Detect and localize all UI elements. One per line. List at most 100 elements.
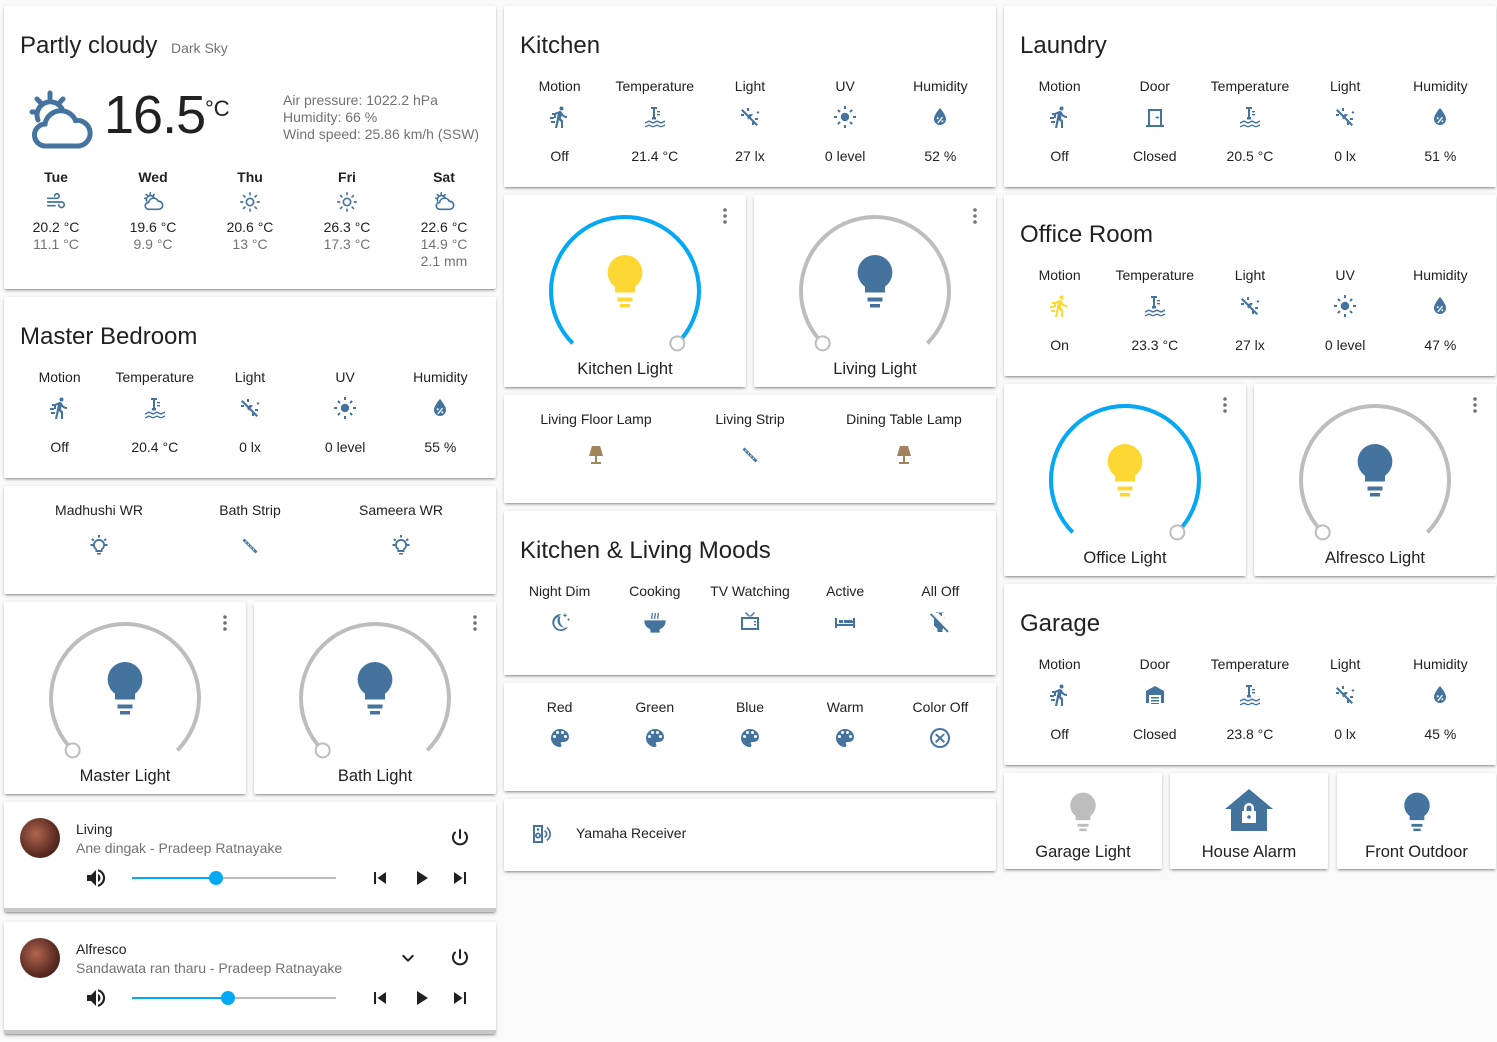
scene-color-off[interactable]: Color Off <box>894 697 986 755</box>
switch-madhushi-wr[interactable]: Madhushi WR <box>44 500 154 558</box>
previous-icon[interactable] <box>368 866 392 890</box>
dial-knob[interactable] <box>669 335 686 352</box>
sensor-humidity[interactable]: Humidity 51 % <box>1394 76 1486 166</box>
bath-light-card[interactable]: Bath Light <box>254 602 496 794</box>
sensor-temperature[interactable]: Temperature 20.4 °C <box>109 367 201 457</box>
office-light-card[interactable]: Office Light <box>1004 384 1246 576</box>
dial-knob[interactable] <box>1314 524 1331 541</box>
dial-knob[interactable] <box>314 742 331 759</box>
sensor-light[interactable]: Light 27 lx <box>704 76 796 166</box>
sensor-temperature[interactable]: Temperature 23.8 °C <box>1204 654 1296 744</box>
scene-red[interactable]: Red <box>514 697 606 755</box>
house-alarm-button[interactable]: House Alarm <box>1170 773 1328 869</box>
power-icon[interactable] <box>448 946 472 970</box>
dial-knob[interactable] <box>814 335 831 352</box>
close-circle-icon <box>894 717 986 755</box>
lightbulb-icon <box>1395 783 1439 839</box>
forecast-day: Thu 20.6 °C 13 °C <box>214 169 286 270</box>
receiver-card[interactable]: Yamaha Receiver <box>504 799 996 871</box>
play-icon[interactable] <box>409 866 433 890</box>
lightbulb-icon[interactable] <box>1095 436 1155 502</box>
more-options-icon[interactable] <box>970 207 980 225</box>
front-outdoor-button[interactable]: Front Outdoor <box>1337 773 1496 869</box>
scene-all-off[interactable]: All Off <box>894 581 986 639</box>
lightbulb-icon[interactable] <box>845 247 905 313</box>
dial-knob[interactable] <box>1169 524 1186 541</box>
sensor-humidity[interactable]: Humidity 55 % <box>394 367 486 457</box>
more-options-icon[interactable] <box>470 614 480 632</box>
chevron-down-icon[interactable] <box>396 946 420 970</box>
dial-knob[interactable] <box>64 742 81 759</box>
scene-row: Night Dim Cooking TV Watching Active All… <box>504 581 996 639</box>
sensor-light[interactable]: Light 0 lx <box>1299 76 1391 166</box>
garage-light-button[interactable]: Garage Light <box>1004 773 1162 869</box>
sensor-motion[interactable]: Motion Off <box>1014 654 1106 744</box>
sensor-motion[interactable]: Motion On <box>1014 265 1106 355</box>
motion-icon <box>514 96 606 134</box>
sensor-temperature[interactable]: Temperature 20.5 °C <box>1204 76 1296 166</box>
sensor-uv[interactable]: UV 0 level <box>1299 265 1391 355</box>
sensor-temperature[interactable]: Temperature 23.3 °C <box>1109 265 1201 355</box>
scene-cooking[interactable]: Cooking <box>609 581 701 639</box>
switch-sameera-wr[interactable]: Sameera WR <box>346 500 456 558</box>
sensor-state: 0 lx <box>1334 726 1357 742</box>
switch-label: Living Strip <box>715 411 785 427</box>
kitchen-card: Kitchen Motion Off Temperature 21.4 °C Lig… <box>504 6 996 187</box>
lightbulb-icon[interactable] <box>95 654 155 720</box>
media-player-living: Living Ane dingak - Pradeep Ratnayake <box>4 802 496 912</box>
lightbulb-icon[interactable] <box>345 654 405 720</box>
sensor-humidity[interactable]: Humidity 45 % <box>1394 654 1486 744</box>
volume-slider[interactable] <box>132 991 336 1005</box>
more-options-icon[interactable] <box>1220 396 1230 414</box>
sensor-motion[interactable]: Motion Off <box>1014 76 1106 166</box>
living-light-card[interactable]: Living Light <box>754 195 996 387</box>
volume-knob[interactable] <box>220 991 235 1005</box>
sensor-light[interactable]: Light 27 lx <box>1204 265 1296 355</box>
sensor-motion[interactable]: Motion Off <box>514 76 606 166</box>
weather-card[interactable]: Partly cloudy Dark Sky 16.5 °C Air press… <box>4 6 496 289</box>
more-options-icon[interactable] <box>220 614 230 632</box>
sensor-uv[interactable]: UV 0 level <box>299 367 391 457</box>
partly-cloudy-icon <box>143 192 164 211</box>
forecast-day: Sat 22.6 °C 14.9 °C 2.1 mm <box>408 169 480 270</box>
kitchen-light-card[interactable]: Kitchen Light <box>504 195 746 387</box>
sensor-humidity[interactable]: Humidity 52 % <box>894 76 986 166</box>
next-icon[interactable] <box>448 866 472 890</box>
more-options-icon[interactable] <box>720 207 730 225</box>
scene-warm[interactable]: Warm <box>799 697 891 755</box>
card-title: Office Room <box>1020 221 1153 248</box>
sensor-state: Closed <box>1132 148 1177 164</box>
switch-living-strip[interactable]: Living Strip <box>682 409 818 467</box>
sensor-light[interactable]: Light 0 lx <box>1299 654 1391 744</box>
volume-knob[interactable] <box>208 871 223 885</box>
alfresco-light-card[interactable]: Alfresco Light <box>1254 384 1496 576</box>
sensor-humidity[interactable]: Humidity 47 % <box>1394 265 1486 355</box>
sensor-door[interactable]: Door Closed <box>1109 76 1201 166</box>
scene-night-dim[interactable]: Night Dim <box>514 581 606 639</box>
lightbulb-icon[interactable] <box>1345 436 1405 502</box>
sensor-motion[interactable]: Motion Off <box>14 367 106 457</box>
scene-green[interactable]: Green <box>609 697 701 755</box>
sensor-temperature[interactable]: Temperature 21.4 °C <box>609 76 701 166</box>
scene-tv-watching[interactable]: TV Watching <box>704 581 796 639</box>
master-light-card[interactable]: Master Light <box>4 602 246 794</box>
switch-bath-strip[interactable]: Bath Strip <box>195 500 305 558</box>
volume-icon[interactable] <box>84 986 108 1010</box>
laundry-card: Laundry Motion Off Door Closed Temperature… <box>1004 6 1496 187</box>
floor-lamp-icon <box>836 429 972 467</box>
more-options-icon[interactable] <box>1470 396 1480 414</box>
play-icon[interactable] <box>409 986 433 1010</box>
sensor-door[interactable]: Door Closed <box>1109 654 1201 744</box>
previous-icon[interactable] <box>368 986 392 1010</box>
volume-slider[interactable] <box>132 871 336 885</box>
switch-dining-table-lamp[interactable]: Dining Table Lamp <box>836 409 972 467</box>
scene-active[interactable]: Active <box>799 581 891 639</box>
volume-icon[interactable] <box>84 866 108 890</box>
sensor-uv[interactable]: UV 0 level <box>799 76 891 166</box>
power-icon[interactable] <box>448 826 472 850</box>
switch-living-floor-lamp[interactable]: Living Floor Lamp <box>528 409 664 467</box>
lightbulb-icon[interactable] <box>595 247 655 313</box>
sensor-light[interactable]: Light 0 lx <box>204 367 296 457</box>
next-icon[interactable] <box>448 986 472 1010</box>
scene-blue[interactable]: Blue <box>704 697 796 755</box>
